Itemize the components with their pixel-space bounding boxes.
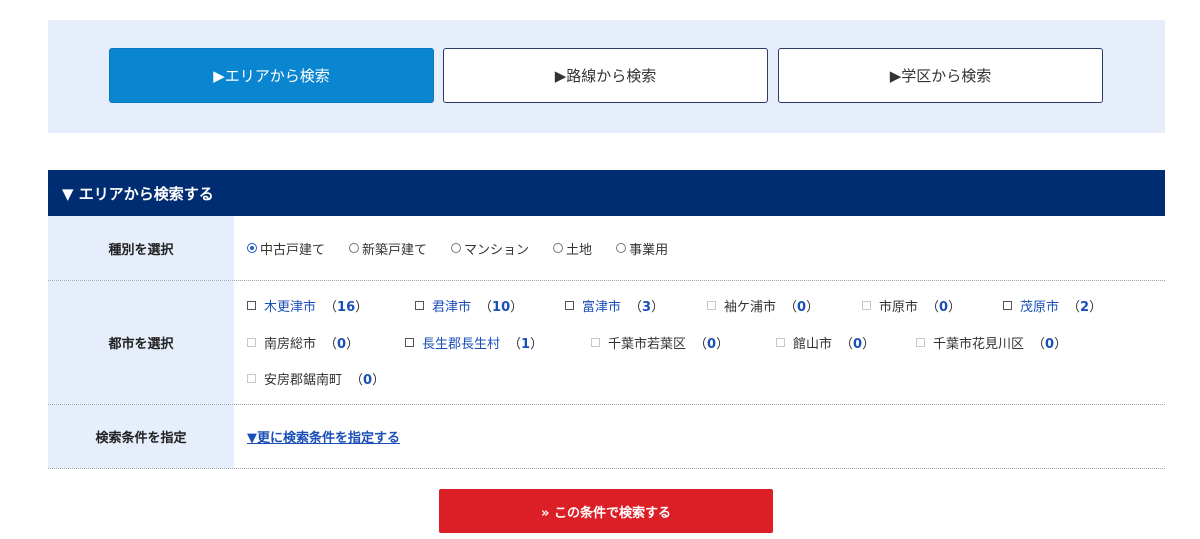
radio-label: 事業用 [629,242,669,258]
city-name: 千葉市若葉区 [608,337,687,352]
city-count-value: 0 [363,373,373,388]
radio-land[interactable]: 土地 [553,239,592,258]
city-checkbox-kimitsu[interactable]: 君津市 （10） [415,296,523,315]
city-checkbox-minamiboso: 南房総市 （0） [247,333,359,352]
city-count-value: 2 [1080,300,1090,315]
city-count: （0） [1032,337,1068,352]
city-count: （1） [508,337,544,352]
checkbox-disabled-icon [916,338,925,347]
radio-business[interactable]: 事業用 [616,239,668,258]
city-label: 都市を選択 [48,281,234,404]
checkbox-icon [247,301,256,310]
search-submit-button[interactable]: » この条件で検索する [439,489,773,533]
city-count: （16） [324,300,369,315]
city-count-value: 0 [939,300,949,315]
city-checkbox-sodegaura: 袖ケ浦市 （0） [707,296,819,315]
tab-line-search[interactable]: ▶路線から検索 [443,48,768,103]
property-type-row: 種別を選択 中古戸建て 新築戸建て マンション 土地 事業用 [48,216,1165,281]
city-name: 市原市 [879,300,919,315]
city-name: 長生郡長生村 [422,337,501,352]
checkbox-disabled-icon [707,301,716,310]
city-count: （0） [324,337,360,352]
radio-checked-icon [247,243,257,253]
city-count-value: 0 [853,337,863,352]
checkbox-disabled-icon [247,338,256,347]
city-options: 木更津市 （16） 君津市 （10） 富津市 （3） 袖ケ浦市 （0） 市原市 （0） 茂… [234,281,1165,404]
radio-label: マンション [464,242,530,258]
city-count-value: 0 [797,300,807,315]
checkbox-disabled-icon [247,374,256,383]
city-count-value: 0 [1045,337,1055,352]
radio-icon [616,243,627,253]
city-checkbox-wakaba: 千葉市若葉区 （0） [591,333,729,352]
conditions-row: 検索条件を指定 ▼更に検索条件を指定する [48,405,1165,469]
radio-label: 土地 [566,242,593,258]
city-checkbox-chosei[interactable]: 長生郡長生村 （1） [405,333,543,352]
city-checkbox-ichihara: 市原市 （0） [862,296,961,315]
city-count-value: 1 [521,337,531,352]
checkbox-icon [565,301,574,310]
radio-icon [451,243,462,253]
area-search-section: ▼ エリアから検索する 種別を選択 中古戸建て 新築戸建て マンション 土地 事… [48,170,1165,469]
city-count: （10） [479,300,524,315]
radio-label: 新築戸建て [362,242,428,258]
city-count: （3） [629,300,665,315]
city-name: 茂原市 [1020,300,1060,315]
city-checkbox-futtsu[interactable]: 富津市 （3） [565,296,664,315]
search-mode-tabs: ▶エリアから検索 ▶路線から検索 ▶学区から検索 [48,20,1165,133]
radio-icon [553,243,564,253]
property-type-label: 種別を選択 [48,216,234,280]
city-name: 富津市 [582,300,622,315]
checkbox-icon [405,338,414,347]
city-name: 袖ケ浦市 [724,300,777,315]
city-checkbox-tateyama: 館山市 （0） [776,333,875,352]
city-count: （2） [1067,300,1103,315]
radio-new-house[interactable]: 新築戸建て [349,239,427,258]
property-type-options: 中古戸建て 新築戸建て マンション 土地 事業用 [234,216,1165,280]
city-row: 都市を選択 木更津市 （16） 君津市 （10） 富津市 （3） 袖ケ浦市 （0） 市原… [48,281,1165,405]
more-conditions-link[interactable]: ▼更に検索条件を指定する [247,427,400,446]
city-name: 館山市 [793,337,833,352]
checkbox-icon [1003,301,1012,310]
city-count: （0） [926,300,962,315]
city-count: （0） [840,337,876,352]
radio-mansion[interactable]: マンション [451,239,529,258]
radio-icon [349,243,360,253]
radio-used-house[interactable]: 中古戸建て [247,239,325,258]
tab-school-district-search[interactable]: ▶学区から検索 [778,48,1103,103]
city-name: 千葉市花見川区 [933,337,1025,352]
checkbox-disabled-icon [591,338,600,347]
city-count: （0） [784,300,820,315]
city-count-value: 0 [337,337,347,352]
city-name: 木更津市 [264,300,317,315]
city-count: （0） [694,337,730,352]
city-count-value: 0 [707,337,717,352]
city-checkbox-kisarazu[interactable]: 木更津市 （16） [247,296,368,315]
checkbox-disabled-icon [776,338,785,347]
city-name: 君津市 [432,300,472,315]
city-name: 安房郡鋸南町 [264,373,343,388]
conditions-label: 検索条件を指定 [48,405,234,468]
city-count: （0） [350,373,386,388]
tab-area-search[interactable]: ▶エリアから検索 [109,48,434,103]
city-count-value: 10 [492,300,511,315]
checkbox-disabled-icon [862,301,871,310]
section-title: ▼ エリアから検索する [48,170,1165,216]
city-name: 南房総市 [264,337,317,352]
city-checkbox-kyonan: 安房郡鋸南町 （0） [247,369,385,388]
city-checkbox-mobara[interactable]: 茂原市 （2） [1003,296,1102,315]
city-checkbox-hanamigawa: 千葉市花見川区 （0） [916,333,1067,352]
city-count-value: 16 [337,300,356,315]
city-count-value: 3 [642,300,652,315]
conditions-body: ▼更に検索条件を指定する [234,405,1165,468]
checkbox-icon [415,301,424,310]
radio-label: 中古戸建て [260,242,326,258]
